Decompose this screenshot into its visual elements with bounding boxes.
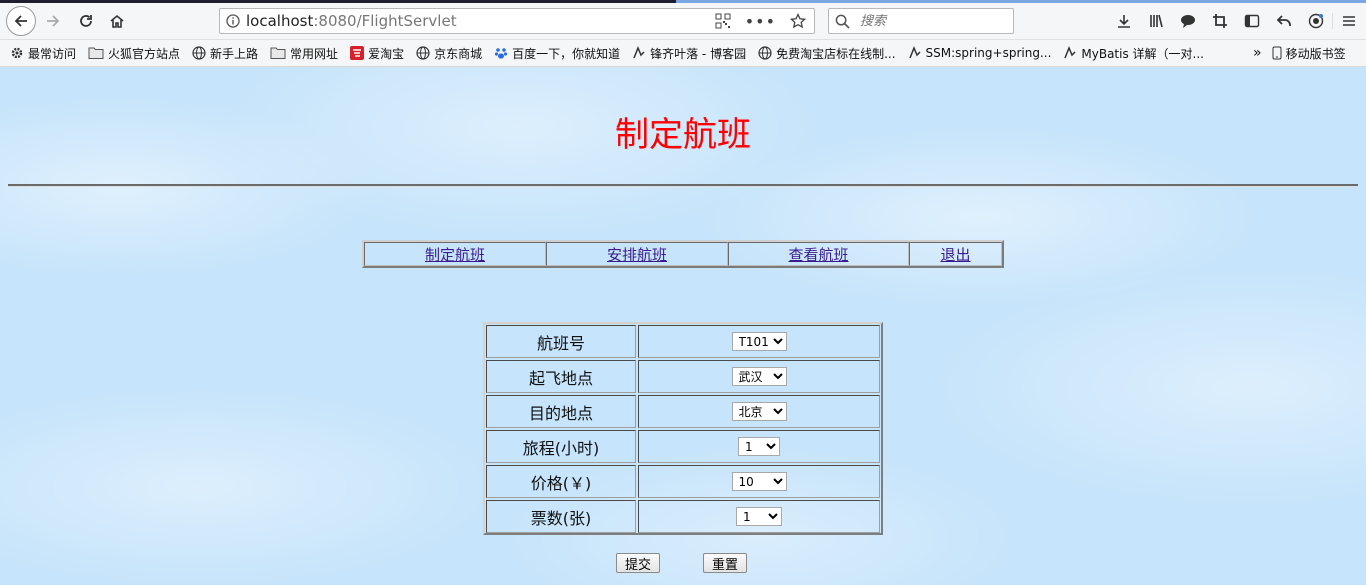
home-button[interactable] <box>102 6 132 36</box>
bookmarks-bar: 最常访问 火狐官方站点 新手上路 常用网址 爱淘宝 京东商城 百度一下，你就知道… <box>0 40 1366 67</box>
star-icon[interactable] <box>790 13 806 29</box>
bookmark-label: 移动版书签 <box>1285 46 1346 61</box>
nav-cell: 制定航班 <box>364 242 546 266</box>
form-row: 旅程(小时) 1 <box>485 429 881 464</box>
form-row: 航班号 T101 <box>485 324 881 359</box>
form-label: 票数(张) <box>486 500 636 533</box>
divider <box>8 184 1358 187</box>
url-path: :8080/FlightServlet <box>313 12 457 30</box>
leaf-icon <box>1064 46 1076 59</box>
submit-button[interactable]: 提交 <box>616 553 661 573</box>
reload-icon <box>80 15 92 27</box>
forward-button[interactable] <box>38 6 68 36</box>
form-label: 旅程(小时) <box>486 430 636 463</box>
search-bar[interactable] <box>828 8 1014 34</box>
page-content: 制定航班 制定航班 安排航班 查看航班 退出 航班号 T101 起飞地点 武汉 … <box>0 67 1366 585</box>
bookmark-item[interactable]: 常用网址 <box>270 45 338 62</box>
folder-icon <box>88 47 104 59</box>
bookmark-item[interactable]: 新手上路 <box>192 45 258 62</box>
bookmark-item[interactable]: 免费淘宝店标在线制... <box>758 45 896 62</box>
bookmark-item[interactable]: 京东商城 <box>416 45 482 62</box>
sidebar-icon[interactable] <box>1236 13 1268 29</box>
crop-icon[interactable] <box>1204 13 1236 29</box>
menu-icon[interactable] <box>1332 13 1365 29</box>
form-row: 目的地点 北京 <box>485 394 881 429</box>
reload-button[interactable] <box>71 6 101 36</box>
url-text[interactable]: localhost:8080/FlightServlet <box>246 12 715 30</box>
back-button[interactable] <box>6 6 36 36</box>
form-label: 价格(￥) <box>486 465 636 498</box>
bookmark-item[interactable]: 锋齐叶落 - 博客园 <box>632 45 746 62</box>
price-select[interactable]: 10 <box>731 472 787 491</box>
bookmark-label: SSM:spring+spring... <box>925 46 1052 60</box>
bookmark-label: 最常访问 <box>28 46 77 61</box>
tickets-select[interactable]: 1 <box>736 507 782 526</box>
bookmark-label: 京东商城 <box>434 46 483 61</box>
folder-icon <box>270 47 286 59</box>
bookmark-label: MyBatis 详解（一对... <box>1081 46 1204 61</box>
undo-icon[interactable] <box>1268 13 1300 29</box>
bookmark-item[interactable]: 火狐官方站点 <box>88 45 180 62</box>
bookmark-label: 新手上路 <box>210 46 259 61</box>
bookmark-item[interactable]: 最常访问 <box>10 45 76 62</box>
paw-icon <box>494 48 508 59</box>
nav-link-logout[interactable]: 退出 <box>940 244 970 265</box>
flight-form: 航班号 T101 起飞地点 武汉 目的地点 北京 旅程(小时) 1 价格(￥) … <box>483 322 883 535</box>
taobao-icon <box>350 46 365 60</box>
form-label: 航班号 <box>486 325 636 358</box>
download-icon[interactable] <box>1108 13 1140 29</box>
search-icon <box>835 14 850 29</box>
nav-link-create-flight[interactable]: 制定航班 <box>425 244 485 265</box>
form-label: 起飞地点 <box>486 360 636 393</box>
bookmark-item[interactable]: 百度一下，你就知道 <box>494 45 620 62</box>
browser-toolbar: localhost:8080/FlightServlet ••• <box>0 3 1366 40</box>
form-label: 目的地点 <box>486 395 636 428</box>
url-host: localhost <box>246 12 314 30</box>
arrow-right-icon <box>47 15 60 27</box>
nav-cell: 安排航班 <box>546 242 728 266</box>
flight-number-select[interactable]: T101 <box>731 332 787 351</box>
info-icon[interactable] <box>220 14 246 28</box>
qr-code-icon[interactable] <box>715 13 731 29</box>
nav-cell: 退出 <box>909 242 1002 266</box>
search-input[interactable] <box>858 12 1002 30</box>
form-row: 起飞地点 武汉 <box>485 359 881 394</box>
mobile-bookmarks[interactable]: 移动版书签 <box>1272 45 1346 62</box>
nav-menu: 制定航班 安排航班 查看航班 退出 <box>362 240 1004 268</box>
chevron-double-right-icon[interactable]: » <box>1253 45 1262 61</box>
leaf-icon <box>633 46 645 59</box>
page-actions-icon[interactable]: ••• <box>745 12 776 31</box>
bookmark-item[interactable]: SSM:spring+spring... <box>908 46 1052 60</box>
gear-icon <box>11 47 23 59</box>
globe-icon <box>758 46 772 60</box>
nav-cell: 查看航班 <box>728 242 909 266</box>
departure-select[interactable]: 武汉 <box>731 367 787 386</box>
nav-link-view-flight[interactable]: 查看航班 <box>788 244 848 265</box>
form-row: 票数(张) 1 <box>485 499 881 534</box>
nav-link-arrange-flight[interactable]: 安排航班 <box>607 244 667 265</box>
form-row: 价格(￥) 10 <box>485 464 881 499</box>
chat-icon[interactable] <box>1172 13 1204 29</box>
reset-button[interactable]: 重置 <box>703 553 748 573</box>
duration-select[interactable]: 1 <box>738 437 780 456</box>
bookmark-label: 火狐官方站点 <box>108 46 181 61</box>
bookmark-label: 常用网址 <box>290 46 339 61</box>
bookmark-item[interactable]: 爱淘宝 <box>350 45 404 62</box>
leaf-icon <box>908 46 921 59</box>
bookmark-item[interactable]: MyBatis 详解（一对... <box>1063 45 1204 62</box>
bookmark-label: 免费淘宝店标在线制... <box>776 46 896 61</box>
bookmark-label: 爱淘宝 <box>368 46 405 61</box>
globe-icon <box>192 46 206 60</box>
account-icon[interactable] <box>1300 13 1332 29</box>
arrow-left-icon <box>14 15 27 27</box>
address-bar[interactable]: localhost:8080/FlightServlet ••• <box>219 8 815 34</box>
destination-select[interactable]: 北京 <box>731 402 787 421</box>
page-title: 制定航班 <box>615 115 751 155</box>
phone-icon <box>1272 46 1282 60</box>
globe-icon <box>416 46 430 60</box>
home-icon <box>110 14 124 28</box>
bookmark-label: 百度一下，你就知道 <box>512 46 621 61</box>
library-icon[interactable] <box>1140 13 1172 29</box>
bookmark-label: 锋齐叶落 - 博客园 <box>650 46 747 61</box>
